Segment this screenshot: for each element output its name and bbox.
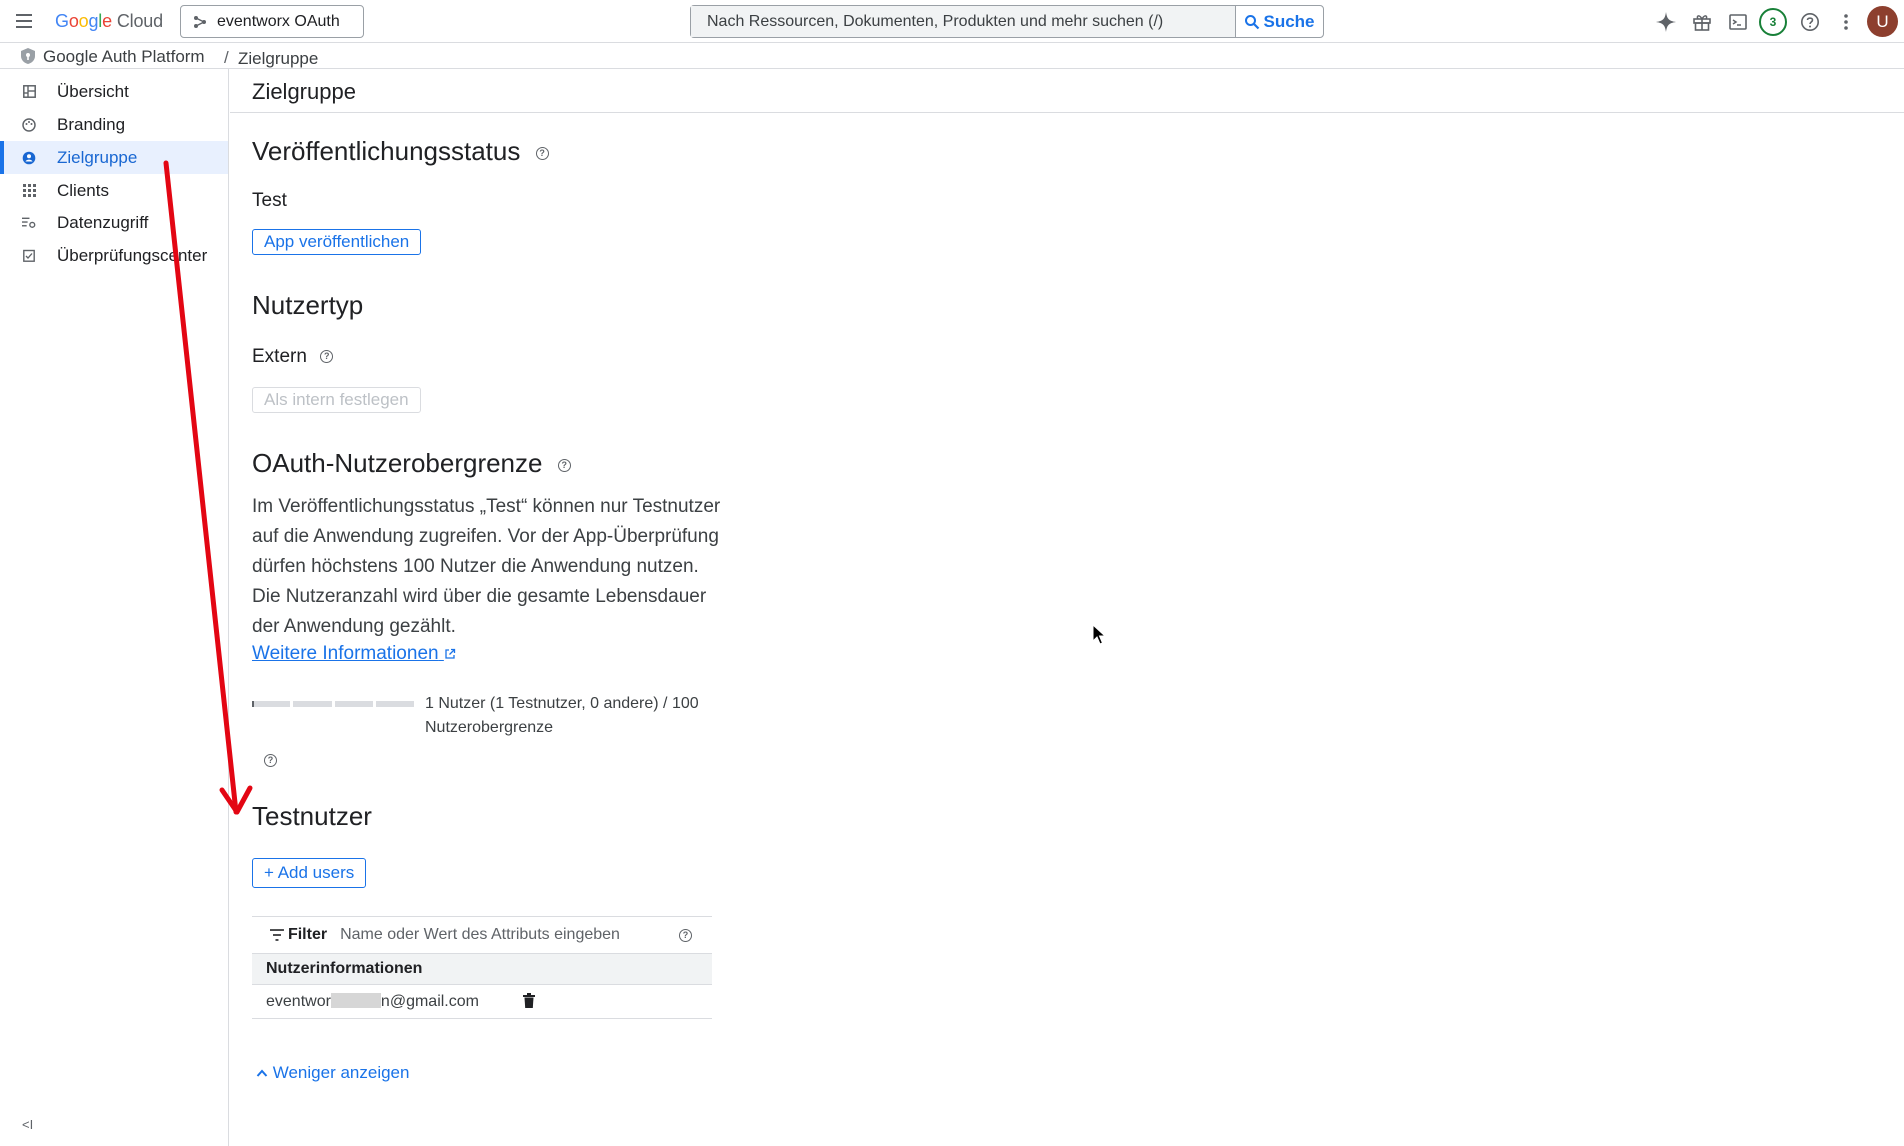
delete-icon[interactable] [522, 992, 536, 1010]
chevron-up-icon [256, 1069, 268, 1077]
sidebar-item-uebersicht[interactable]: Übersicht [0, 75, 228, 108]
logo-cloud-text: Cloud [116, 11, 163, 31]
project-hub-icon [194, 15, 206, 28]
breadcrumb-current-page: Zielgruppe [238, 49, 319, 68]
shield-icon [21, 48, 35, 64]
user-cap-description: Im Veröffentlichungsstatus „Test“ können… [252, 496, 721, 637]
help-icon[interactable]: ? [264, 754, 277, 767]
logo-google-text: Google [55, 11, 112, 31]
help-icon[interactable]: ? [535, 146, 549, 160]
gemini-sparkle-icon[interactable] [1654, 10, 1678, 34]
usage-progress-bar [252, 701, 414, 707]
sidebar-item-clients[interactable]: Clients [0, 174, 228, 207]
breadcrumb-separator: / [224, 48, 229, 67]
help-icon[interactable] [1798, 10, 1822, 34]
table-row: eventwor n@gmail.com [252, 985, 712, 1019]
project-name: eventworx OAuth [217, 12, 340, 30]
publishing-status-section-title: Veröffentlichungsstatus ? [252, 136, 549, 167]
email-end: n@gmail.com [380, 993, 479, 1010]
top-bar: GoogleCloud eventworx OAuth Suche 3 U [0, 0, 1904, 43]
external-link-icon [445, 648, 456, 659]
sidebar-item-zielgruppe[interactable]: Zielgruppe [0, 141, 228, 174]
main-menu-button[interactable] [14, 11, 34, 31]
redacted-blur [330, 993, 381, 1008]
filter-icon [270, 929, 284, 941]
cloud-shell-terminal-icon[interactable] [1726, 10, 1750, 34]
sidebar-item-ueberpruefungscenter[interactable]: Überprüfungscenter [0, 239, 228, 272]
search-button-label: Suche [1263, 11, 1315, 31]
usage-progress-fill [252, 701, 254, 707]
user-type-heading: Nutzertyp [252, 290, 364, 320]
sidebar-item-label: Clients [57, 180, 109, 200]
dashboard-icon [22, 85, 36, 99]
filter-label[interactable]: Filter [288, 926, 327, 944]
google-cloud-logo[interactable]: Google Cloud [55, 11, 163, 32]
show-less-label: Weniger anzeigen [272, 1063, 410, 1082]
publish-app-button[interactable]: App veröffentlichen [252, 229, 422, 255]
publishing-status-heading: Veröffentlichungsstatus [252, 136, 521, 166]
search-button[interactable]: Suche [1235, 6, 1323, 37]
learn-more-link[interactable]: Weitere Informationen [252, 643, 456, 665]
notifications-badge[interactable]: 3 [1759, 8, 1787, 36]
help-icon[interactable]: ? [320, 350, 334, 364]
user-type-value: Extern [252, 346, 307, 367]
audience-icon [22, 151, 36, 165]
mouse-cursor-icon [1092, 624, 1107, 645]
filter-input[interactable] [340, 926, 680, 944]
search-input[interactable] [691, 6, 1235, 37]
verification-icon [22, 249, 36, 263]
user-type-row: Extern ? [252, 346, 334, 368]
collapse-sidebar-button[interactable]: <I [22, 1117, 33, 1132]
more-vert-icon[interactable] [1834, 10, 1858, 34]
column-header-user-info[interactable]: Nutzerinformationen [266, 960, 422, 978]
user-email: eventwor n@gmail.com [266, 993, 479, 1011]
show-less-link[interactable]: Weniger anzeigen [256, 1063, 409, 1083]
learn-more-link-text: Weitere Informationen [252, 643, 439, 664]
usage-text: 1 Nutzer (1 Testnutzer, 0 andere) / 100 … [425, 695, 699, 736]
user-cap-section-title: OAuth-Nutzerobergrenze ? [252, 448, 571, 479]
apps-grid-icon [22, 184, 36, 198]
page-title: Zielgruppe [252, 79, 356, 104]
sidebar: Übersicht Branding Zielgruppe Clients Da… [0, 69, 229, 1146]
gift-icon[interactable] [1690, 10, 1714, 34]
breadcrumb: Google Auth Platform / Zielgruppe [0, 44, 1904, 69]
sidebar-item-label: Datenzugriff [57, 212, 149, 232]
user-cap-heading: OAuth-Nutzerobergrenze [252, 448, 543, 478]
search-icon [1245, 14, 1260, 29]
make-internal-button: Als intern festlegen [252, 387, 421, 413]
search-bar: Suche [690, 5, 1324, 38]
email-start: eventwor [266, 993, 331, 1010]
table-header: Nutzerinformationen [252, 953, 712, 985]
sidebar-item-branding[interactable]: Branding [0, 108, 228, 141]
filter-bar: Filter ? [252, 916, 712, 953]
data-access-icon [22, 216, 36, 230]
sidebar-item-label: Übersicht [57, 81, 129, 101]
account-avatar[interactable]: U [1867, 6, 1898, 37]
sidebar-item-datenzugriff[interactable]: Datenzugriff [0, 206, 228, 239]
help-icon[interactable]: ? [557, 458, 571, 472]
help-icon[interactable]: ? [679, 928, 692, 942]
palette-icon [22, 117, 36, 132]
publishing-status-value: Test [252, 190, 287, 211]
sidebar-item-label: Zielgruppe [57, 147, 138, 167]
sidebar-item-label: Überprüfungscenter [57, 245, 208, 265]
breadcrumb-product-link[interactable]: Google Auth Platform [43, 47, 205, 67]
test-users-heading: Testnutzer [252, 801, 372, 831]
add-users-button[interactable]: + Add users [252, 858, 367, 888]
sidebar-item-label: Branding [57, 114, 126, 134]
project-picker-button[interactable]: eventworx OAuth [180, 5, 364, 38]
page-header: Zielgruppe [230, 69, 1904, 113]
